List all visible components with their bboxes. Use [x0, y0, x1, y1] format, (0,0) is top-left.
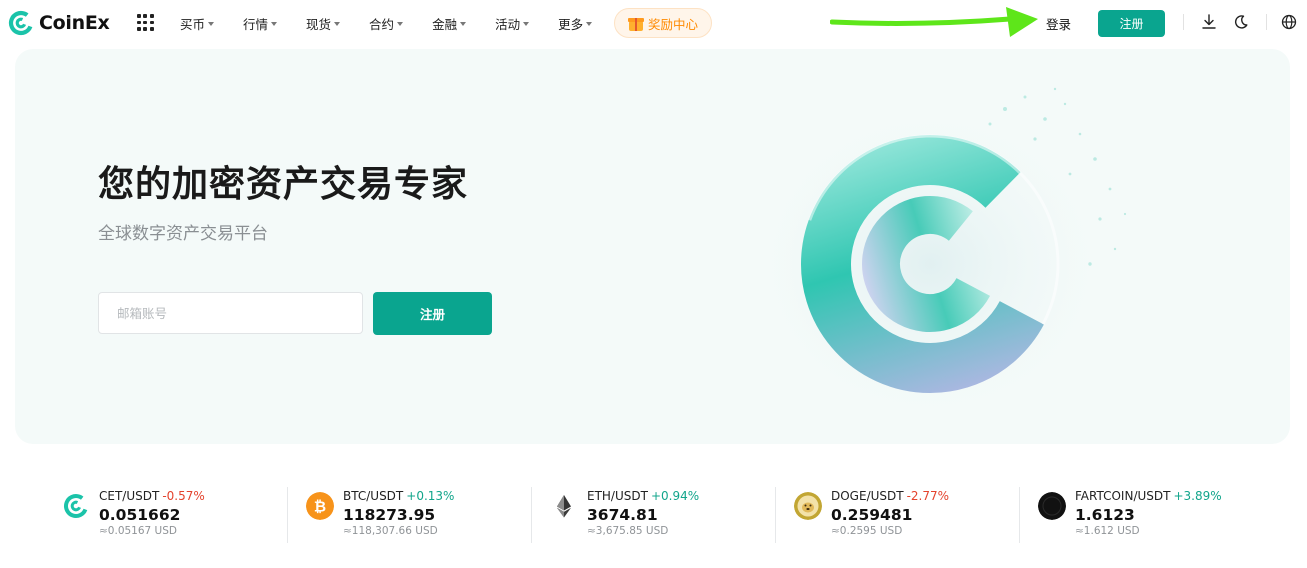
menu-item-label: 行情 — [243, 16, 269, 32]
menu-item-buy-crypto[interactable]: 买币 — [180, 13, 215, 33]
ticker-price: 0.259481 — [831, 506, 913, 524]
globe-icon[interactable] — [1280, 13, 1298, 31]
menu-item-spot[interactable]: 现货 — [306, 13, 341, 33]
hero-headline: 您的加密资产交易专家 — [98, 164, 469, 205]
ticker-change: +0.94% — [650, 489, 700, 503]
rewards-center-label: 奖励中心 — [647, 16, 698, 32]
gift-icon — [627, 15, 644, 31]
annotation-arrow-icon — [830, 7, 1038, 37]
ticker-change: +0.13% — [406, 489, 455, 503]
ticker-change: -2.77% — [906, 489, 950, 503]
ticker-usd-value: ≈3,675.85 USD — [587, 525, 669, 537]
coinex-logo[interactable]: CoinEx — [8, 9, 110, 37]
menu-item-finance[interactable]: 金融 — [432, 13, 467, 33]
menu-item-label: 买币 — [180, 16, 206, 32]
nav-divider — [1183, 14, 1184, 30]
main-menu: 买币 行情 现货 合约 金融 活动 更多 — [180, 13, 621, 33]
cet-coin-icon — [64, 494, 88, 518]
menu-item-futures[interactable]: 合约 — [369, 13, 404, 33]
ticker-item-doge[interactable]: DOGE/USDT -2.77% 0.259481 ≈0.2595 USD — [775, 487, 1023, 543]
ticker-change: -0.57% — [162, 489, 205, 503]
ticker-usd-value: ≈0.05167 USD — [99, 525, 177, 537]
ticker-item-fartcoin[interactable]: FARTCOIN/USDT +3.89% 1.6123 ≈1.612 USD — [1019, 487, 1267, 543]
menu-item-markets[interactable]: 行情 — [243, 13, 278, 33]
chevron-down-icon — [460, 22, 467, 26]
ticker-pair: FARTCOIN/USDT — [1075, 489, 1171, 503]
dark-mode-icon[interactable] — [1232, 13, 1250, 31]
menu-item-label: 现货 — [306, 16, 332, 32]
ticker-item-btc[interactable]: ₿ BTC/USDT +0.13% 118273.95 ≈118,307.66 U… — [287, 487, 535, 543]
ticker-change: +3.89% — [1173, 489, 1222, 503]
menu-item-more[interactable]: 更多 — [558, 13, 593, 33]
coinex-3d-logo-illustration — [740, 87, 1127, 434]
ticker-pair: BTC/USDT — [343, 489, 404, 503]
menu-item-label: 金融 — [432, 16, 458, 32]
apps-grid-icon[interactable] — [137, 14, 154, 31]
ticker-price: 3674.81 — [587, 506, 658, 524]
nav-divider — [1266, 14, 1267, 30]
ticker-usd-value: ≈118,307.66 USD — [343, 525, 438, 537]
ticker-price: 1.6123 — [1075, 506, 1135, 524]
ticker-pair: DOGE/USDT — [831, 489, 904, 503]
market-ticker: CET/USDT -0.57% 0.051662 ≈0.05167 USD ₿ B… — [47, 487, 1277, 543]
brand-name: CoinEx — [39, 12, 110, 34]
btc-coin-icon: ₿ — [306, 492, 334, 520]
email-input[interactable] — [98, 292, 363, 334]
ticker-usd-value: ≈0.2595 USD — [831, 525, 903, 537]
login-link[interactable]: 登录 — [1046, 14, 1071, 33]
svg-text:₿: ₿ — [314, 498, 326, 516]
chevron-down-icon — [208, 22, 215, 26]
ticker-price: 0.051662 — [99, 506, 181, 524]
chevron-down-icon — [397, 22, 404, 26]
download-icon[interactable] — [1200, 13, 1218, 31]
rewards-center-button[interactable]: 奖励中心 — [614, 8, 712, 38]
register-button-nav[interactable]: 注册 — [1098, 10, 1165, 37]
register-button-hero[interactable]: 注册 — [373, 292, 492, 335]
ticker-item-cet[interactable]: CET/USDT -0.57% 0.051662 ≈0.05167 USD — [47, 487, 291, 543]
menu-item-label: 合约 — [369, 16, 395, 32]
coinex-logo-icon — [8, 10, 34, 36]
hero-banner: 您的加密资产交易专家 全球数字资产交易平台 注册 — [15, 49, 1290, 444]
chevron-down-icon — [334, 22, 341, 26]
top-nav: CoinEx 买币 行情 现货 合约 金融 活动 更多 奖励中心 登录 注册 — [0, 0, 1307, 46]
ticker-pair: ETH/USDT — [587, 489, 648, 503]
ticker-price: 118273.95 — [343, 506, 436, 524]
hero-subheadline: 全球数字资产交易平台 — [98, 224, 268, 244]
chevron-down-icon — [523, 22, 530, 26]
ticker-pair: CET/USDT — [99, 489, 160, 503]
menu-item-label: 更多 — [558, 16, 584, 32]
doge-coin-icon — [794, 492, 822, 520]
menu-item-activities[interactable]: 活动 — [495, 13, 530, 33]
fartcoin-coin-icon — [1038, 492, 1066, 520]
menu-item-label: 活动 — [495, 16, 521, 32]
ticker-item-eth[interactable]: ETH/USDT +0.94% 3674.81 ≈3,675.85 USD — [531, 487, 779, 543]
eth-coin-icon — [557, 495, 571, 518]
ticker-usd-value: ≈1.612 USD — [1075, 525, 1140, 537]
chevron-down-icon — [271, 22, 278, 26]
chevron-down-icon — [586, 22, 593, 26]
